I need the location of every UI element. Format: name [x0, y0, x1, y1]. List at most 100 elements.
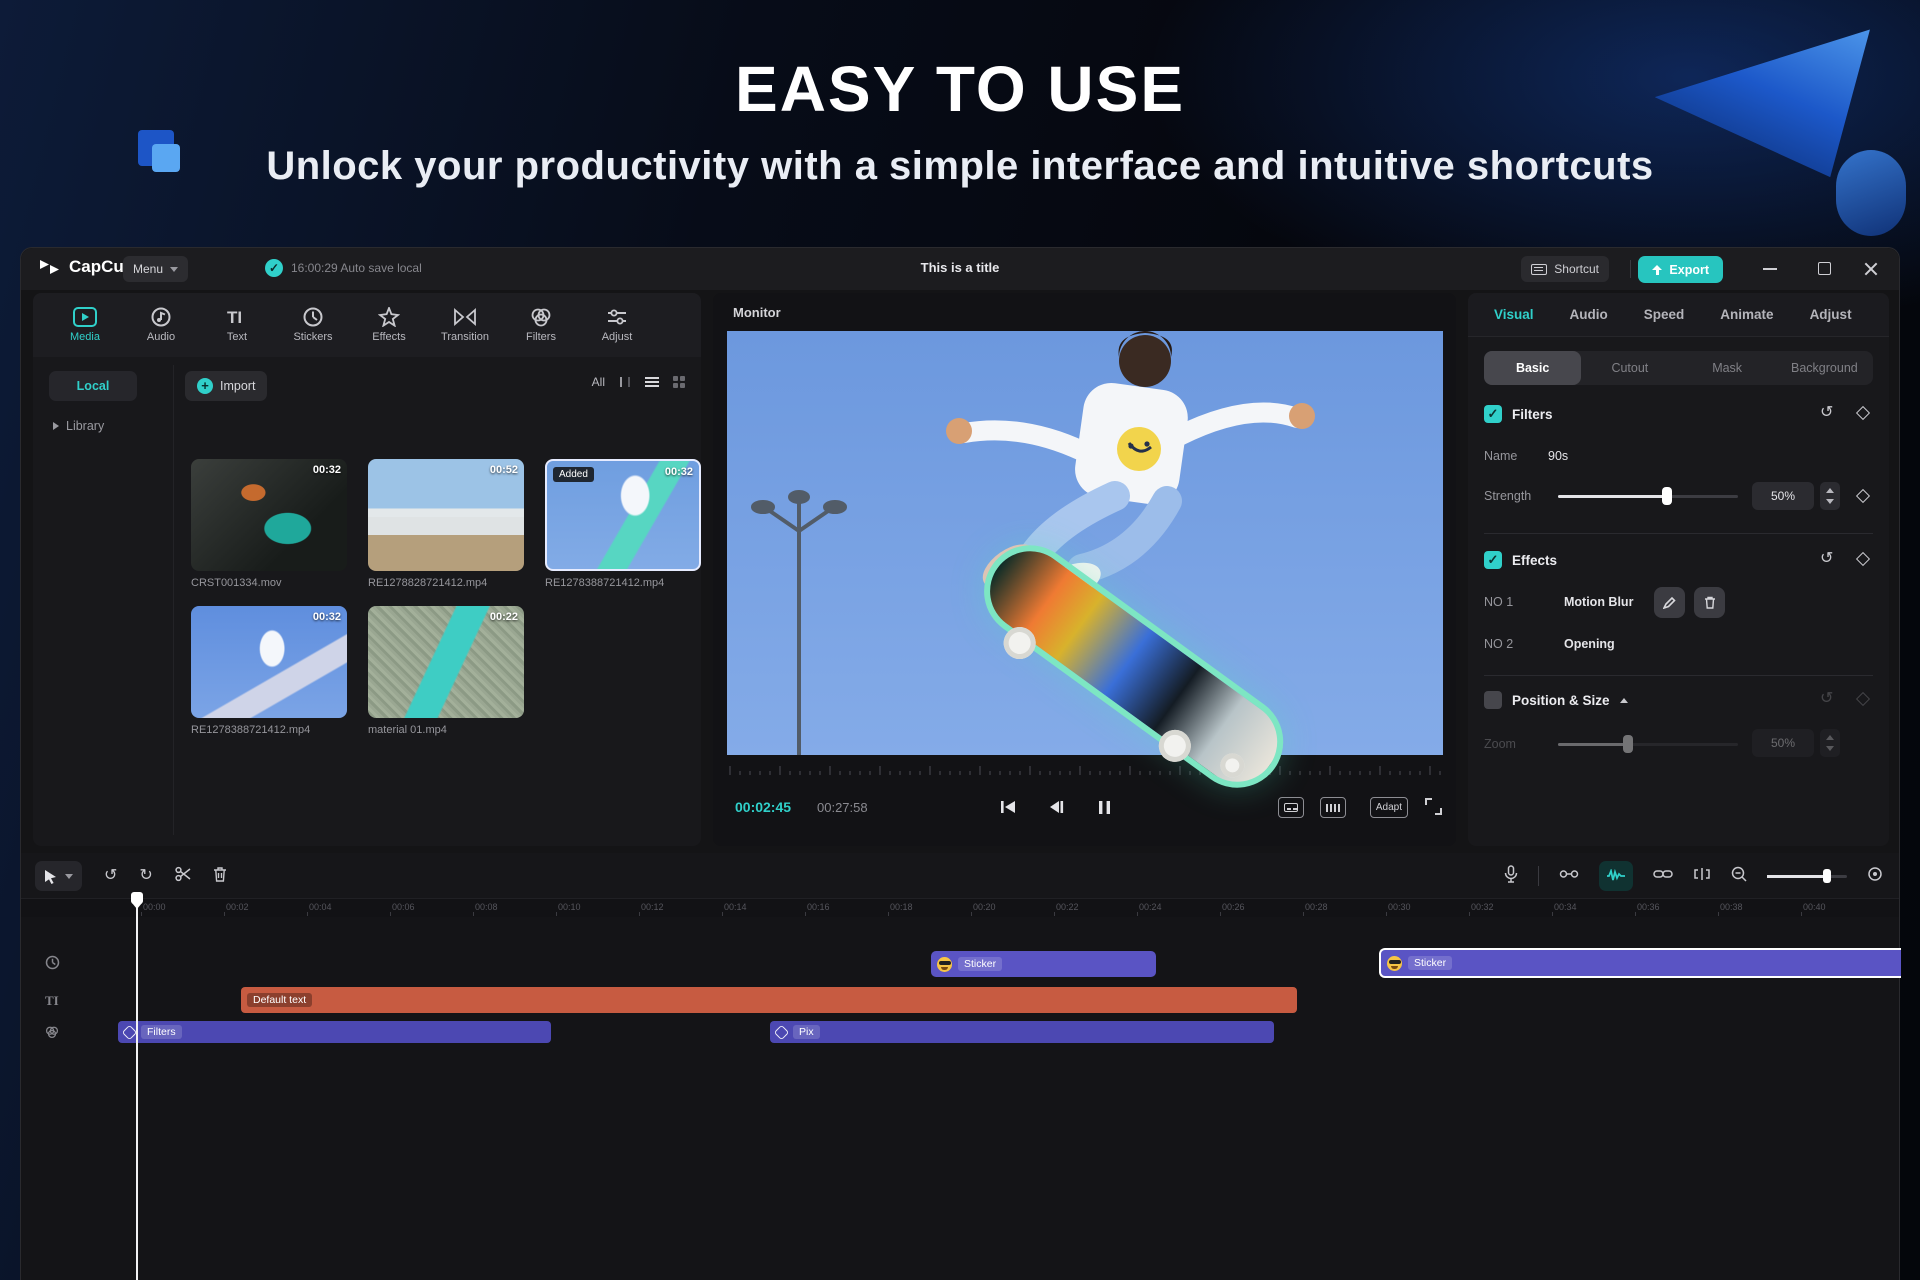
- effects-checkbox[interactable]: ✓: [1484, 551, 1502, 569]
- shortcut-button[interactable]: Shortcut: [1521, 256, 1609, 282]
- list-view-icon[interactable]: [645, 377, 659, 387]
- subtab-basic[interactable]: Basic: [1484, 351, 1581, 385]
- collapse-arrow-icon[interactable]: [1620, 698, 1628, 703]
- plus-icon: +: [197, 378, 213, 394]
- voiceover-button[interactable]: [1504, 865, 1518, 888]
- filter-clip[interactable]: Filters: [118, 1021, 551, 1043]
- pause-button[interactable]: [1091, 795, 1117, 819]
- grid-view-icon[interactable]: [673, 376, 685, 388]
- zoom-in-button[interactable]: [1867, 866, 1883, 887]
- media-filename: RE1278828721412.mp4: [368, 577, 524, 589]
- audio-icon: [150, 307, 172, 327]
- zoom-stepper[interactable]: [1820, 729, 1840, 757]
- tab-audio[interactable]: Audio: [123, 307, 199, 343]
- filters-keyframe-icon[interactable]: [1856, 406, 1870, 420]
- media-item[interactable]: 00:32 CRST001334.mov: [191, 459, 347, 589]
- tab-audio-insp[interactable]: Audio: [1570, 307, 1608, 322]
- timeline-zoom-slider[interactable]: [1767, 875, 1847, 878]
- minimize-button[interactable]: [1763, 268, 1777, 270]
- zoom-out-button[interactable]: [1731, 866, 1747, 887]
- tab-filters[interactable]: Filters: [503, 307, 579, 343]
- skip-start-button[interactable]: [995, 795, 1021, 819]
- split-button[interactable]: [175, 866, 191, 887]
- preview-axis-button[interactable]: [1693, 867, 1711, 886]
- position-reset-icon[interactable]: ↺: [1820, 691, 1833, 707]
- media-item-selected[interactable]: Added 00:32 RE1278388721412.mp4: [545, 459, 701, 589]
- effect-clip-pix[interactable]: Pix: [770, 1021, 1274, 1043]
- strength-label: Strength: [1484, 489, 1531, 503]
- link-button[interactable]: [1653, 867, 1673, 885]
- tab-transition[interactable]: Transition: [427, 307, 503, 343]
- media-item[interactable]: 00:22 material 01.mp4: [368, 606, 524, 736]
- tab-animate[interactable]: Animate: [1720, 307, 1773, 322]
- strength-slider[interactable]: [1558, 495, 1738, 498]
- effects-keyframe-icon[interactable]: [1856, 552, 1870, 566]
- tab-adjust[interactable]: Adjust: [579, 307, 655, 343]
- subtab-cutout[interactable]: Cutout: [1581, 351, 1678, 385]
- media-thumbnail[interactable]: 00:52: [368, 459, 524, 571]
- caption-button[interactable]: [1278, 797, 1304, 818]
- timeline-ruler[interactable]: 00:0000:0200:0400:0600:0800:1000:1200:14…: [21, 899, 1899, 917]
- text-clip[interactable]: Default text: [241, 987, 1297, 1013]
- adjust-icon: [606, 307, 628, 327]
- preview-scrub-ruler[interactable]: [727, 763, 1443, 777]
- effect-edit-button[interactable]: [1654, 587, 1685, 618]
- subtab-background[interactable]: Background: [1776, 351, 1873, 385]
- zoom-slider-inspector[interactable]: [1558, 743, 1738, 746]
- import-button[interactable]: + Import: [185, 371, 267, 401]
- media-nav: Media Audio TI Text Stickers Effects: [33, 293, 701, 357]
- tab-adjust-insp[interactable]: Adjust: [1810, 307, 1852, 322]
- sticker-track-icon: [45, 955, 60, 973]
- filters-reset-icon[interactable]: ↺: [1820, 405, 1833, 421]
- sort-icon[interactable]: [619, 376, 631, 388]
- tab-text[interactable]: TI Text: [199, 307, 275, 343]
- step-back-button[interactable]: [1043, 795, 1069, 819]
- effects-reset-icon[interactable]: ↺: [1820, 551, 1833, 567]
- sunglasses-emoji-icon: [937, 957, 952, 972]
- media-item[interactable]: 00:52 RE1278828721412.mp4: [368, 459, 524, 589]
- redo-button[interactable]: ↻: [139, 868, 152, 884]
- media-source-library[interactable]: Library: [53, 419, 104, 433]
- maximize-button[interactable]: [1818, 262, 1831, 275]
- media-thumbnail[interactable]: 00:32: [191, 459, 347, 571]
- strength-keyframe-icon[interactable]: [1856, 489, 1870, 503]
- waveform-button[interactable]: [1320, 797, 1346, 818]
- playhead-handle[interactable]: [131, 892, 143, 904]
- tab-speed[interactable]: Speed: [1644, 307, 1685, 322]
- filters-checkbox[interactable]: ✓: [1484, 405, 1502, 423]
- tab-visual[interactable]: Visual: [1494, 307, 1534, 322]
- zoom-value: 50%: [1752, 729, 1814, 757]
- zoom-in-icon: [1867, 866, 1883, 882]
- strength-stepper[interactable]: [1820, 482, 1840, 510]
- filter-icon: [122, 1024, 138, 1040]
- sticker-clip-selected[interactable]: Sticker: [1379, 948, 1901, 978]
- media-thumbnail[interactable]: Added 00:32: [545, 459, 701, 571]
- media-thumbnail[interactable]: 00:22: [368, 606, 524, 718]
- tab-media[interactable]: Media: [47, 307, 123, 343]
- select-tool-button[interactable]: [35, 861, 82, 891]
- magnet-button[interactable]: [1559, 867, 1579, 885]
- delete-button[interactable]: [213, 866, 227, 887]
- sunglasses-emoji-icon: [1387, 956, 1402, 971]
- adapt-button[interactable]: Adapt: [1370, 797, 1408, 818]
- undo-button[interactable]: ↺: [104, 868, 117, 884]
- effect-delete-button[interactable]: [1694, 587, 1725, 618]
- export-button[interactable]: Export: [1638, 256, 1723, 283]
- auto-snap-button[interactable]: [1599, 861, 1633, 891]
- fullscreen-icon[interactable]: [1425, 798, 1442, 815]
- titlebar-divider: [1630, 260, 1631, 278]
- position-keyframe-icon[interactable]: [1856, 692, 1870, 706]
- scissors-icon: [175, 866, 191, 882]
- media-source-local[interactable]: Local: [49, 371, 137, 401]
- close-button[interactable]: [1863, 261, 1879, 277]
- media-thumbnail[interactable]: 00:32: [191, 606, 347, 718]
- tab-stickers[interactable]: Stickers: [275, 307, 351, 343]
- media-item[interactable]: 00:32 RE1278388721412.mp4: [191, 606, 347, 736]
- playhead[interactable]: [136, 896, 138, 1280]
- filter-all-dropdown[interactable]: All: [592, 375, 605, 389]
- filter-icon: [774, 1024, 790, 1040]
- subtab-mask[interactable]: Mask: [1679, 351, 1776, 385]
- sticker-clip[interactable]: Sticker: [931, 951, 1156, 977]
- position-size-checkbox[interactable]: ✓: [1484, 691, 1502, 709]
- tab-effects[interactable]: Effects: [351, 307, 427, 343]
